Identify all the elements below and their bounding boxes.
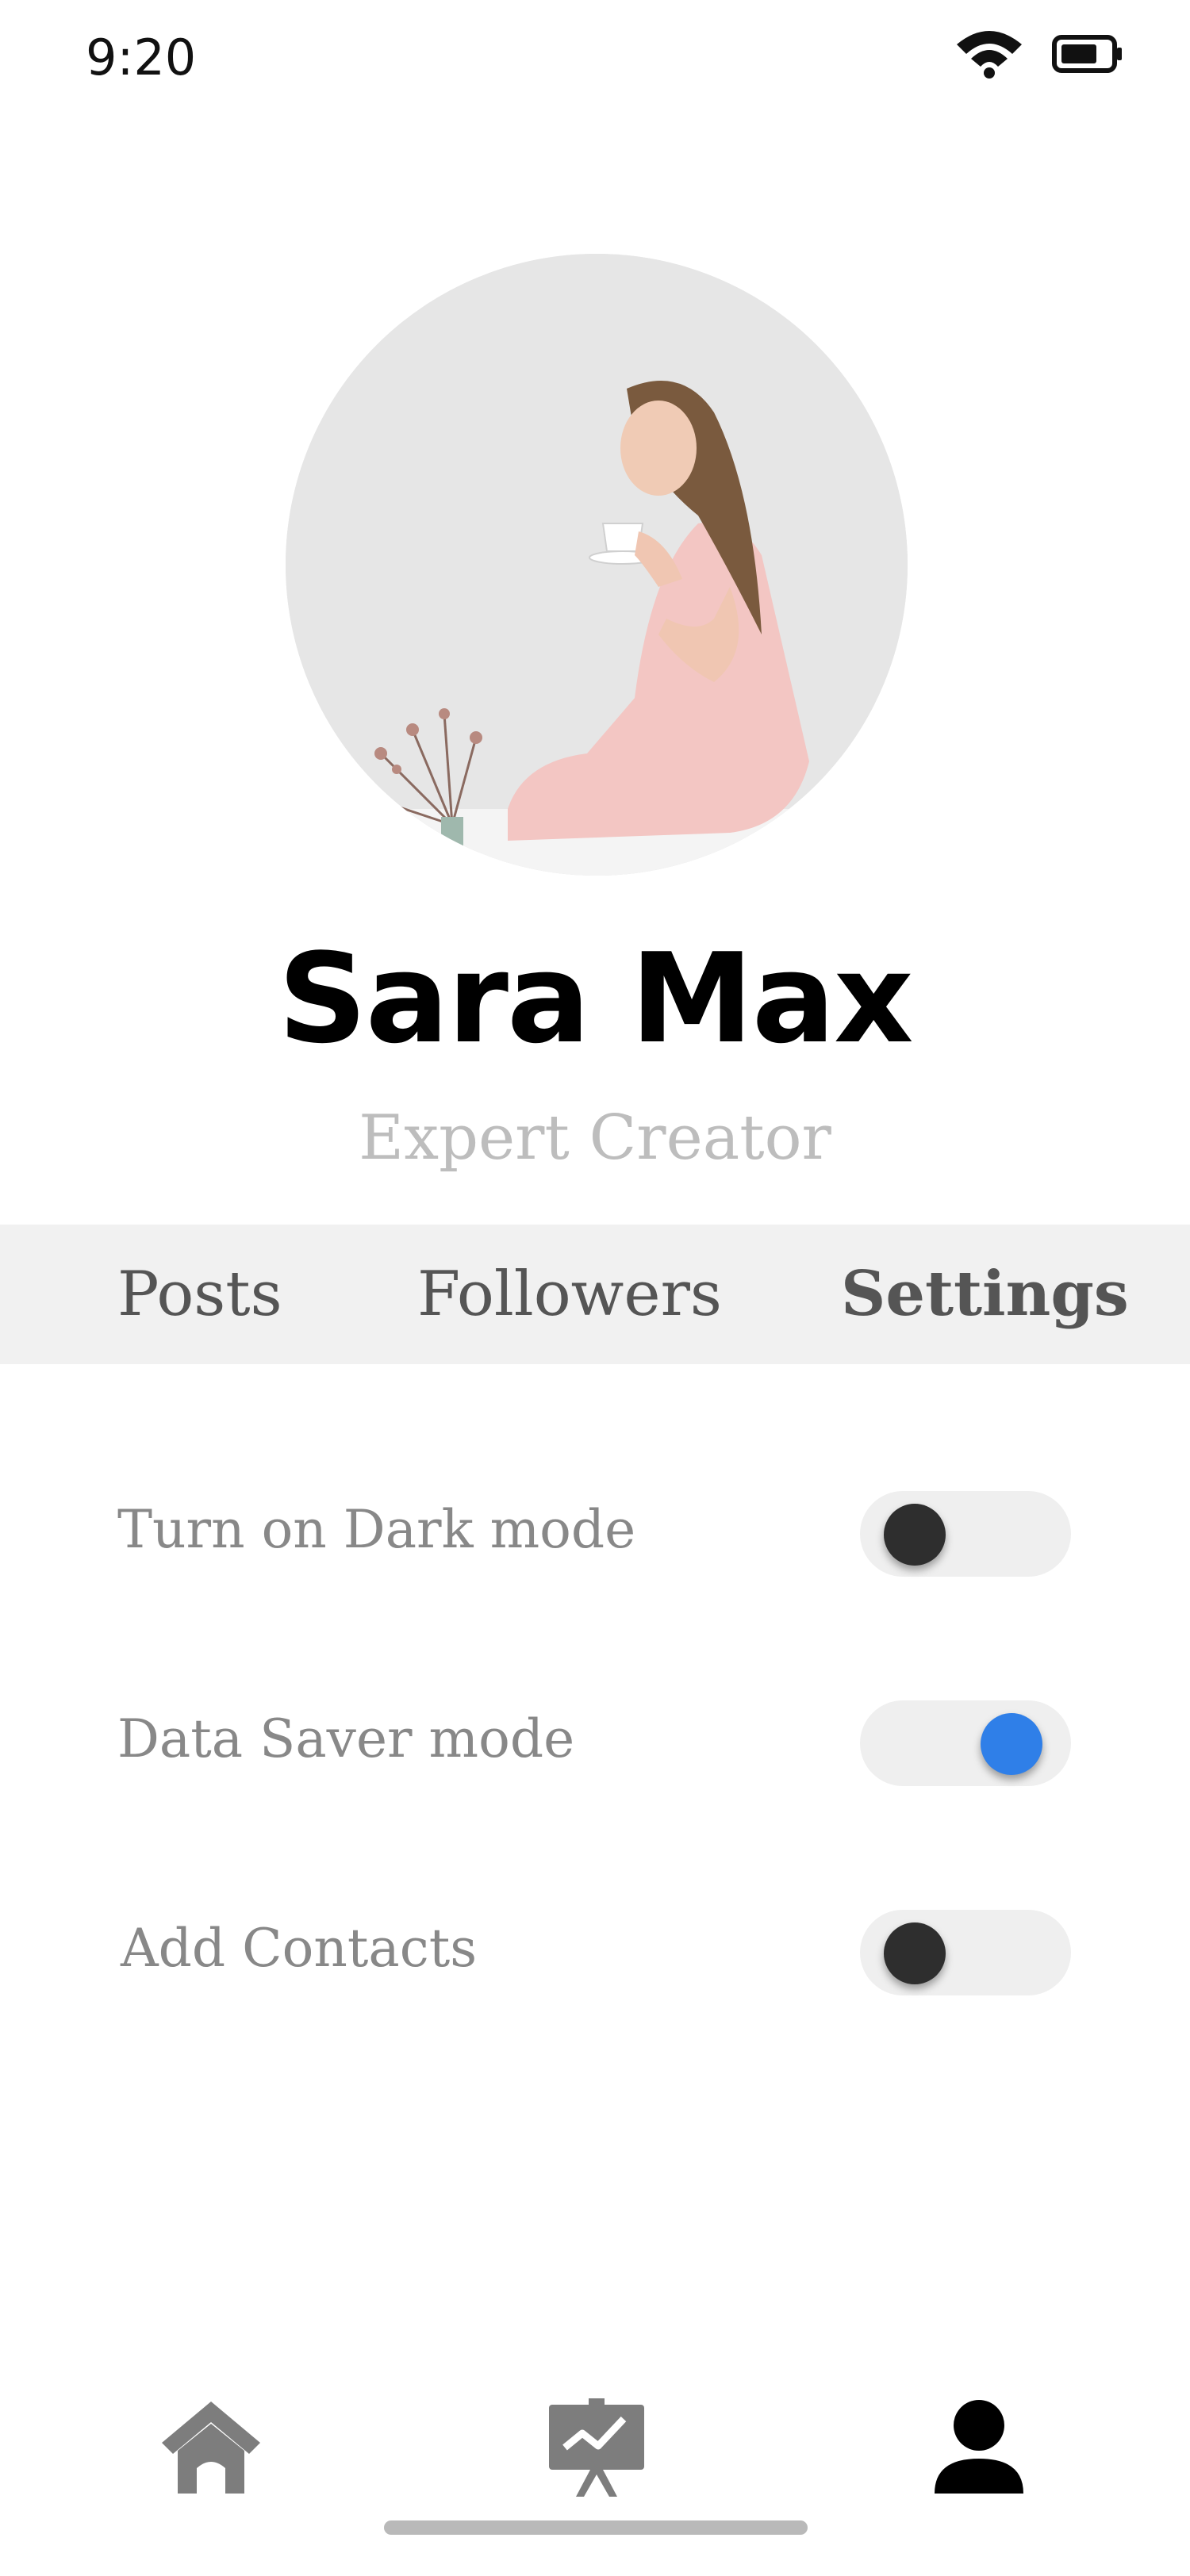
add-contacts-toggle[interactable] xyxy=(860,1910,1071,1995)
nav-stats-button[interactable] xyxy=(541,2395,652,2498)
toggle-knob xyxy=(884,1504,946,1566)
data-saver-toggle[interactable] xyxy=(860,1700,1071,1786)
wifi-icon xyxy=(954,27,1025,79)
nav-profile-button[interactable] xyxy=(923,2395,1035,2498)
status-time: 9:20 xyxy=(86,29,197,86)
setting-dark-mode: Turn on Dark mode xyxy=(0,1477,1190,1588)
toggle-knob xyxy=(981,1713,1042,1775)
bottom-nav xyxy=(0,2379,1190,2506)
profile-name: Sara Max xyxy=(278,926,913,1071)
setting-label: Add Contacts xyxy=(121,1918,478,1979)
setting-label: Data Saver mode xyxy=(117,1708,575,1769)
tab-followers[interactable]: Followers xyxy=(417,1225,722,1364)
status-bar: 9:20 xyxy=(0,0,1190,111)
home-indicator[interactable] xyxy=(384,2520,808,2535)
profile-subtitle: Expert Creator xyxy=(359,1102,831,1174)
profile-photo xyxy=(286,254,908,876)
dark-mode-toggle[interactable] xyxy=(860,1491,1071,1577)
toggle-knob xyxy=(884,1922,946,1984)
avatar xyxy=(286,254,908,876)
chart-board-icon xyxy=(549,2398,644,2497)
setting-add-contacts: Add Contacts xyxy=(0,1896,1190,2007)
home-icon xyxy=(162,2402,260,2494)
setting-label: Turn on Dark mode xyxy=(117,1499,636,1560)
setting-data-saver: Data Saver mode xyxy=(0,1686,1190,1797)
profile-icon xyxy=(935,2400,1023,2494)
nav-home-button[interactable] xyxy=(155,2395,267,2498)
profile-tabs: Posts Followers Settings xyxy=(0,1225,1190,1364)
tab-posts[interactable]: Posts xyxy=(117,1225,282,1364)
battery-icon xyxy=(1052,35,1123,73)
tab-settings[interactable]: Settings xyxy=(841,1225,1129,1364)
